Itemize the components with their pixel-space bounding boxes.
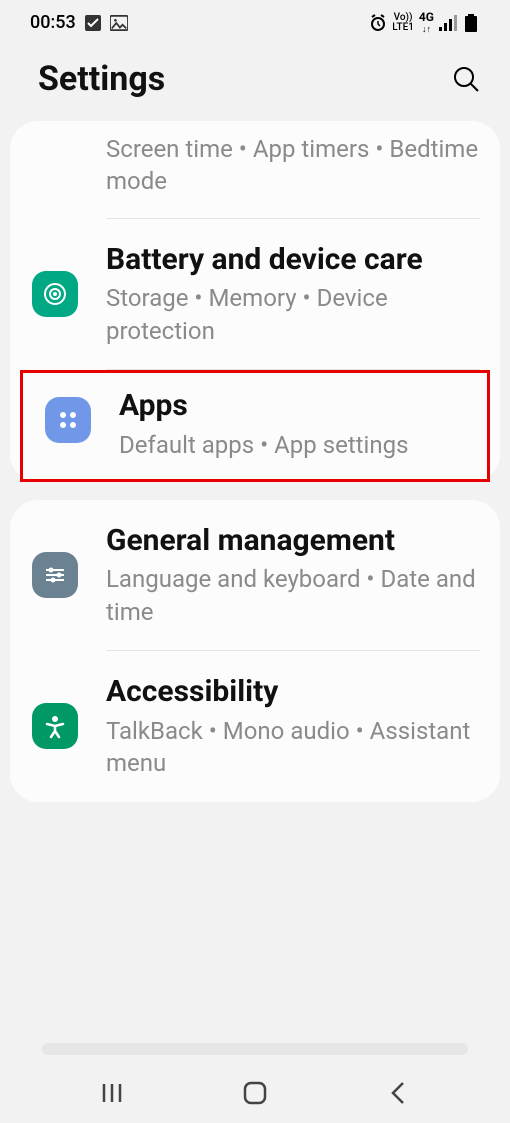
network-type: 4G ↓↑ <box>419 10 434 35</box>
clock: 00:53 <box>30 12 76 33</box>
item-subtitle: Language and keyboard • Date and time <box>106 563 480 628</box>
settings-item-accessibility[interactable]: Accessibility TalkBack • Mono audio • As… <box>10 651 500 801</box>
checkbox-icon <box>84 14 102 32</box>
settings-item-general[interactable]: General management Language and keyboard… <box>10 500 500 650</box>
settings-item-digital-wellbeing[interactable]: Screen time • App timers • Bedtime mode <box>10 121 500 218</box>
image-icon <box>110 14 128 32</box>
app-header: Settings <box>0 41 510 121</box>
settings-item-battery[interactable]: Battery and device care Storage • Memory… <box>10 219 500 369</box>
page-title: Settings <box>38 59 165 99</box>
item-title: Battery and device care <box>106 241 480 279</box>
back-icon <box>388 1080 408 1106</box>
status-bar: 00:53 Vo)) LTE1 4G ↓↑ <box>0 0 510 41</box>
back-button[interactable] <box>358 1080 438 1106</box>
item-subtitle: Storage • Memory • Device protection <box>106 282 480 347</box>
home-button[interactable] <box>215 1080 295 1106</box>
signal-icon <box>439 14 457 32</box>
item-title: Apps <box>119 387 467 425</box>
item-title: General management <box>106 522 480 560</box>
alarm-icon <box>369 14 387 32</box>
general-management-icon <box>32 552 78 598</box>
item-subtitle: Default apps • App settings <box>119 429 467 461</box>
settings-card-1: Screen time • App timers • Bedtime mode … <box>10 121 500 482</box>
battery-icon <box>462 14 480 32</box>
home-icon <box>242 1080 268 1106</box>
settings-card-2: General management Language and keyboard… <box>10 500 500 802</box>
navigation-bar <box>0 1063 510 1123</box>
highlight-box: Apps Default apps • App settings <box>20 370 490 482</box>
recents-icon <box>100 1081 124 1105</box>
volte-indicator: Vo)) LTE1 <box>392 13 414 33</box>
item-subtitle: TalkBack • Mono audio • Assistant menu <box>106 715 480 780</box>
device-care-icon <box>32 271 78 317</box>
scroll-indicator <box>42 1043 468 1055</box>
item-title: Accessibility <box>106 673 480 711</box>
apps-icon <box>45 397 91 443</box>
item-subtitle: Screen time • App timers • Bedtime mode <box>106 133 480 198</box>
search-icon <box>452 65 480 93</box>
search-button[interactable] <box>450 63 482 95</box>
accessibility-icon <box>32 703 78 749</box>
settings-item-apps[interactable]: Apps Default apps • App settings <box>23 373 487 479</box>
recents-button[interactable] <box>72 1081 152 1105</box>
